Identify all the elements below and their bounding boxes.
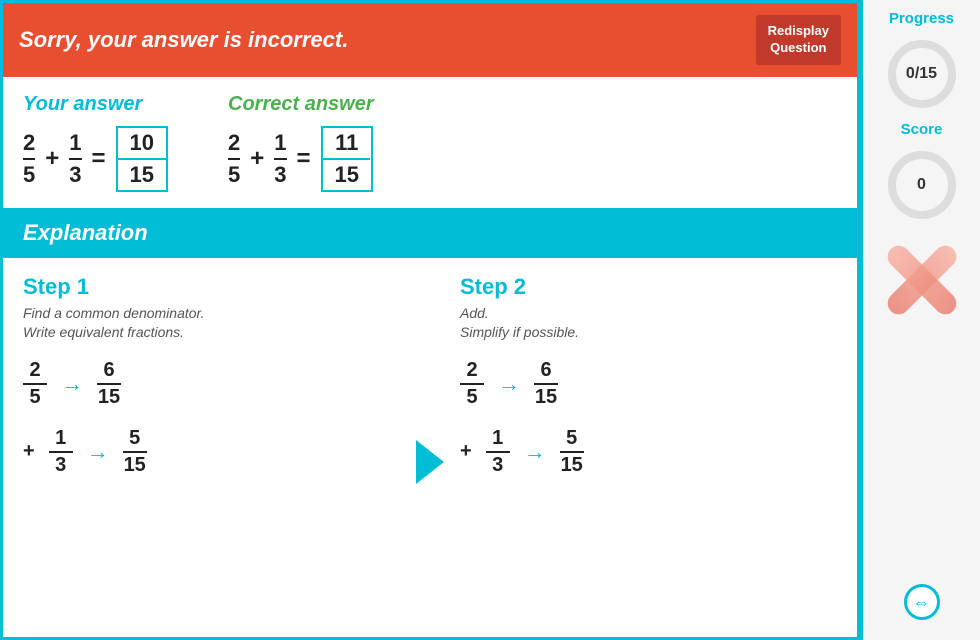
your-answer-label: Your answer xyxy=(23,93,168,116)
explanation-header: Explanation xyxy=(3,208,857,258)
chevron-icon xyxy=(416,440,444,484)
correct-answer-equation: 2 5 + 1 3 = 11 15 xyxy=(228,126,374,192)
step1-r1-from: 2 5 xyxy=(23,359,47,409)
step2-r2-to: 5 15 xyxy=(560,427,584,477)
redisplay-button[interactable]: RedisplayQuestion xyxy=(756,15,841,65)
step-separator xyxy=(400,274,460,621)
main-content: Sorry, your answer is incorrect. Redispl… xyxy=(0,0,860,640)
correct-frac2: 1 3 xyxy=(274,130,286,188)
score-circle: 0 xyxy=(885,148,959,222)
score-label: Score xyxy=(901,121,943,138)
your-equals: = xyxy=(92,145,106,173)
correct-answer-block: Correct answer 2 5 + 1 3 = 11 15 xyxy=(228,93,374,192)
error-text: Sorry, your answer is incorrect. xyxy=(19,27,348,53)
step2-r1-from: 2 5 xyxy=(460,359,484,409)
step1-fractions: 2 5 → 6 15 + 1 3 → xyxy=(23,359,400,477)
nav-button[interactable]: ⇔ xyxy=(904,584,940,620)
step1-r1-arrow: → xyxy=(61,371,83,397)
sidebar: Progress 0/15 Score 0 ⇔ xyxy=(860,0,980,640)
step1-row2: + 1 3 → 5 15 xyxy=(23,427,400,477)
step1-desc: Find a common denominator. Write equival… xyxy=(23,304,400,343)
progress-value: 0/15 xyxy=(906,65,937,83)
correct-equals: = xyxy=(297,145,311,173)
your-frac2: 1 3 xyxy=(69,130,81,188)
correct-frac1: 2 5 xyxy=(228,130,240,188)
score-value: 0 xyxy=(917,176,926,194)
step2-row2: + 1 3 → 5 15 xyxy=(460,427,837,477)
step2-r2-from: 1 3 xyxy=(486,427,510,477)
error-banner: Sorry, your answer is incorrect. Redispl… xyxy=(3,3,857,77)
step2-fractions: 2 5 → 6 15 + 1 3 → xyxy=(460,359,837,477)
steps-section: Step 1 Find a common denominator. Write … xyxy=(3,258,857,637)
your-frac1: 2 5 xyxy=(23,130,35,188)
step2-col: Step 2 Add. Simplify if possible. 2 5 → … xyxy=(460,274,837,621)
step1-row1: 2 5 → 6 15 xyxy=(23,359,400,409)
step1-r2-arrow: → xyxy=(87,439,109,465)
correct-plus: + xyxy=(250,145,264,173)
step1-r1-to: 6 15 xyxy=(97,359,121,409)
your-plus: + xyxy=(45,145,59,173)
step1-col: Step 1 Find a common denominator. Write … xyxy=(23,274,400,621)
correct-answer-label: Correct answer xyxy=(228,93,374,116)
step2-r2-arrow: → xyxy=(524,439,546,465)
step1-r2-from: 1 3 xyxy=(49,427,73,477)
step2-desc: Add. Simplify if possible. xyxy=(460,304,837,343)
step2-r1-arrow: → xyxy=(498,371,520,397)
step2-plus: + xyxy=(460,440,472,463)
your-result: 10 15 xyxy=(116,126,168,192)
step2-row1: 2 5 → 6 15 xyxy=(460,359,837,409)
step1-r2-to: 5 15 xyxy=(123,427,147,477)
step2-r1-to: 6 15 xyxy=(534,359,558,409)
your-answer-block: Your answer 2 5 + 1 3 = 10 15 xyxy=(23,93,168,192)
step1-title: Step 1 xyxy=(23,274,400,300)
correct-result: 11 15 xyxy=(321,126,373,192)
progress-label: Progress xyxy=(889,10,954,27)
nav-arrows-icon: ⇔ xyxy=(913,592,931,613)
your-answer-equation: 2 5 + 1 3 = 10 15 xyxy=(23,126,168,192)
step1-plus: + xyxy=(23,440,35,463)
incorrect-x-icon xyxy=(877,236,967,326)
nav-circle: ⇔ xyxy=(904,584,940,620)
answers-section: Your answer 2 5 + 1 3 = 10 15 Corr xyxy=(3,77,857,208)
progress-circle: 0/15 xyxy=(885,37,959,111)
step2-title: Step 2 xyxy=(460,274,837,300)
explanation-title: Explanation xyxy=(23,220,148,245)
